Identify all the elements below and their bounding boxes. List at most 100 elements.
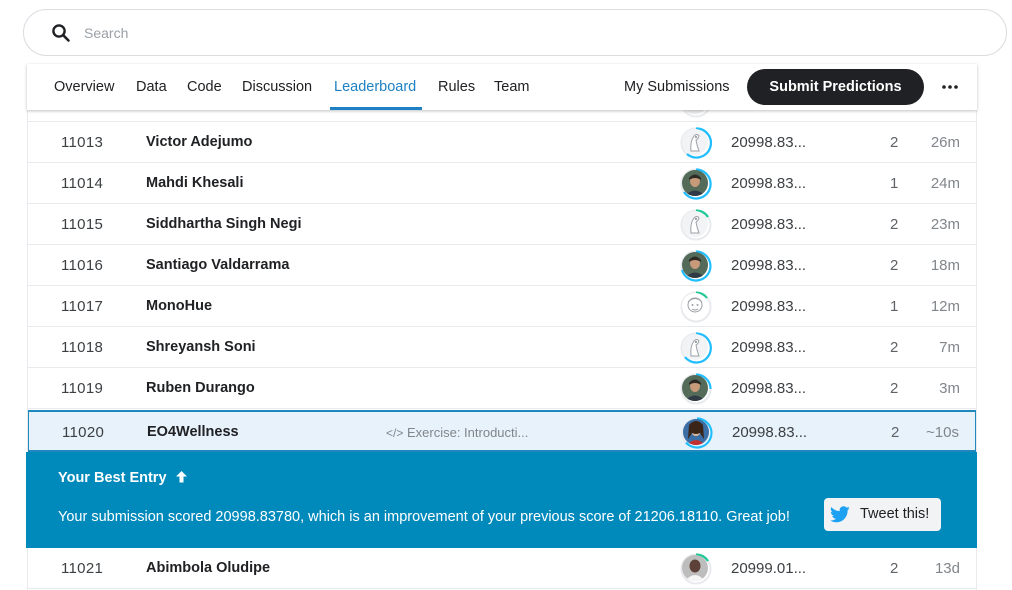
tweet-label: Tweet this!	[860, 506, 930, 522]
team-name[interactable]: MonoHue	[146, 298, 212, 314]
search-bar[interactable]	[23, 9, 1007, 56]
user-photo	[682, 375, 708, 401]
last-submission: ~10s	[926, 424, 959, 441]
search-icon[interactable]	[51, 23, 71, 43]
user-photo	[683, 419, 709, 445]
score: 20998.83...	[731, 339, 807, 356]
team-name[interactable]: Mahdi Khesali	[146, 175, 244, 191]
twitter-icon	[824, 498, 855, 531]
score: 20998.83...	[732, 424, 808, 441]
score: 20998.83...	[731, 175, 807, 192]
table-row[interactable]: 11019 Ruben Durango 20998.83... 2 3m	[28, 368, 976, 409]
tab-code[interactable]: Code	[187, 79, 222, 95]
score: 20998.83...	[731, 134, 807, 151]
entries-count: 1	[890, 298, 899, 315]
arrow-up-icon	[175, 470, 188, 487]
avatar[interactable]	[680, 332, 712, 364]
avatar[interactable]	[680, 168, 712, 200]
avatar[interactable]	[680, 209, 712, 241]
team-name[interactable]: Abimbola Oludipe	[146, 560, 270, 576]
table-row[interactable]: 11017 MonoHue 20998.83... 1 12m	[28, 286, 976, 327]
score: 20998.83...	[731, 216, 807, 233]
entries-count: 2	[890, 216, 899, 233]
last-submission: 24m	[930, 175, 960, 192]
user-photo	[682, 334, 708, 360]
tweet-button[interactable]: Tweet this!	[824, 498, 941, 531]
my-submissions-link[interactable]: My Submissions	[624, 79, 730, 95]
team-name[interactable]: Santiago Valdarrama	[146, 257, 289, 273]
tab-rules[interactable]: Rules	[438, 79, 475, 95]
table-row[interactable]	[28, 110, 976, 122]
banner-message: Your submission scored 20998.83780, whic…	[58, 509, 790, 525]
avatar[interactable]	[680, 110, 712, 118]
team-name[interactable]: Ruben Durango	[146, 380, 255, 396]
user-photo	[682, 293, 708, 319]
user-photo	[682, 170, 708, 196]
tab-team[interactable]: Team	[494, 79, 529, 95]
last-submission: 7m	[939, 339, 960, 356]
tab-overview[interactable]: Overview	[54, 79, 114, 95]
table-row[interactable]: 11014 Mahdi Khesali 20998.83... 1 24m	[28, 163, 976, 204]
avatar[interactable]	[680, 250, 712, 282]
kernel-label: Exercise: Introducti...	[406, 425, 529, 440]
score: 20998.83...	[731, 257, 807, 274]
rank: 11019	[61, 380, 104, 397]
best-entry-banner: Your Best Entry Your submission scored 2…	[26, 452, 977, 548]
team-name[interactable]: Victor Adejumo	[146, 134, 252, 150]
last-submission: 18m	[930, 257, 960, 274]
table-row[interactable]: 11018 Shreyansh Soni 20998.83... 2 7m	[28, 327, 976, 368]
last-submission: 3m	[939, 380, 960, 397]
entries-count: 1	[890, 175, 899, 192]
rank: 11020	[62, 424, 105, 441]
entries-count: 2	[890, 257, 899, 274]
submit-predictions-button[interactable]: Submit Predictions	[747, 69, 924, 105]
table-row-current-user[interactable]: 11020 EO4Wellness </> Exercise: Introduc…	[28, 410, 976, 452]
competition-navbar: Overview Data Code Discussion Leaderboar…	[27, 64, 977, 110]
user-photo	[682, 129, 708, 155]
team-name[interactable]: Shreyansh Soni	[146, 339, 256, 355]
tab-discussion[interactable]: Discussion	[242, 79, 312, 95]
rank: 11018	[61, 339, 104, 356]
avatar[interactable]	[680, 373, 712, 405]
rank: 11015	[61, 216, 104, 233]
table-row[interactable]: 11021 Abimbola Oludipe 20999.01... 2 13d	[28, 548, 976, 589]
last-submission: 26m	[930, 134, 960, 151]
team-name[interactable]: Siddhartha Singh Negi	[146, 216, 301, 232]
score: 20998.83...	[731, 298, 807, 315]
score: 20999.01...	[731, 560, 807, 577]
tab-data[interactable]: Data	[136, 79, 167, 95]
user-photo	[682, 555, 708, 581]
active-tab-indicator	[330, 107, 422, 110]
tab-leaderboard[interactable]: Leaderboard	[334, 79, 416, 95]
entries-count: 2	[890, 134, 899, 151]
rank: 11021	[61, 560, 104, 577]
kernel-link[interactable]: </> Exercise: Introducti...	[386, 425, 528, 440]
entries-count: 2	[890, 380, 899, 397]
last-submission: 23m	[930, 216, 960, 233]
avatar[interactable]	[680, 553, 712, 585]
rank: 11017	[61, 298, 104, 315]
more-horizontal-icon[interactable]	[939, 76, 961, 98]
avatar[interactable]	[680, 127, 712, 159]
avatar[interactable]	[681, 417, 713, 449]
user-photo	[682, 211, 708, 237]
entries-count: 2	[890, 560, 899, 577]
entries-count: 2	[890, 339, 899, 356]
team-name[interactable]: EO4Wellness	[147, 424, 239, 440]
code-icon: </>	[386, 426, 404, 440]
banner-title-text: Your Best Entry	[58, 470, 167, 486]
avatar[interactable]	[680, 291, 712, 323]
last-submission: 13d	[934, 560, 960, 577]
score: 20998.83...	[731, 380, 807, 397]
rank: 11016	[61, 257, 104, 274]
last-submission: 12m	[930, 298, 960, 315]
table-row[interactable]: 11013 Victor Adejumo 20998.83... 2 26m	[28, 122, 976, 163]
user-photo	[682, 252, 708, 278]
rank: 11014	[61, 175, 104, 192]
table-row[interactable]: 11015 Siddhartha Singh Negi 20998.83... 2 23…	[28, 204, 976, 245]
search-input[interactable]	[84, 22, 964, 44]
entries-count: 2	[891, 424, 900, 441]
banner-title: Your Best Entry	[58, 470, 188, 487]
table-row[interactable]: 11016 Santiago Valdarrama 20998.83... 2 18m	[28, 245, 976, 286]
rank: 11013	[61, 134, 104, 151]
